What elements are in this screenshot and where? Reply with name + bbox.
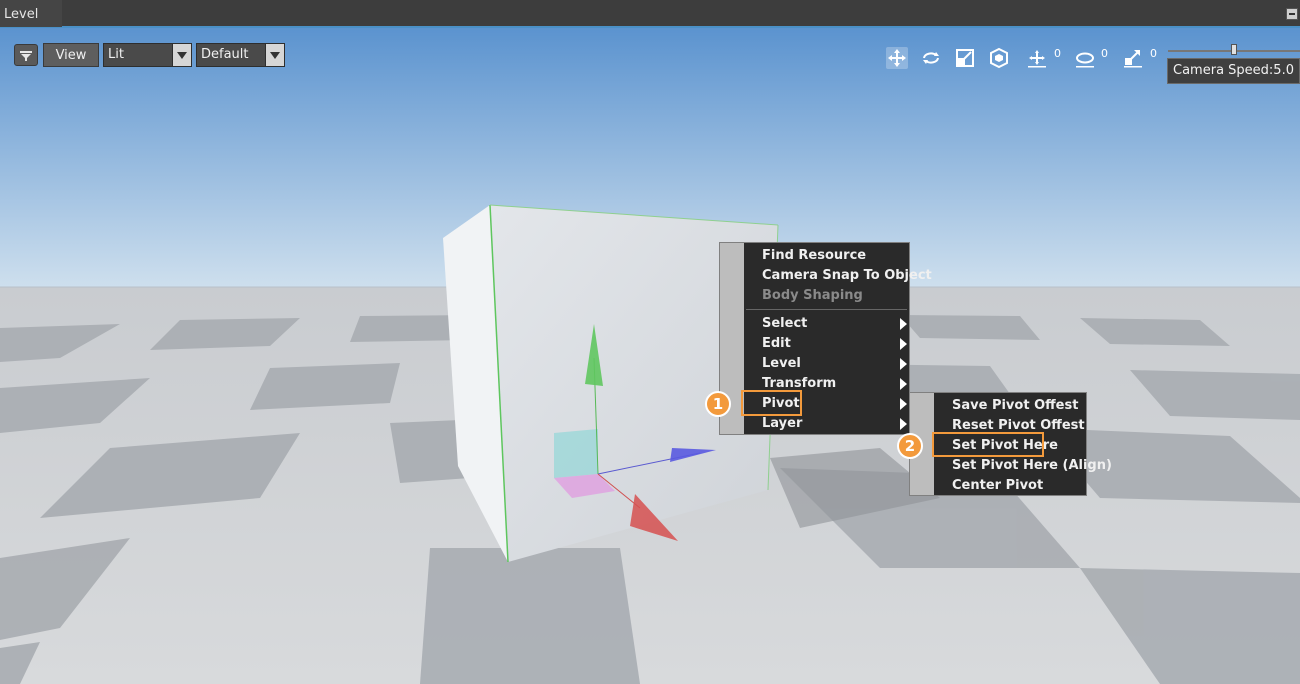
- submenu-arrow-icon: [900, 358, 907, 370]
- local-global-icon: [990, 47, 1008, 69]
- move-snap-icon: [1028, 50, 1046, 68]
- rotate-snap-value: 0: [1101, 47, 1108, 60]
- filter-icon: [20, 51, 32, 61]
- menu-item-set-pivot-here-align[interactable]: Set Pivot Here (Align): [952, 456, 1112, 476]
- set-pivot-here-highlight-box: [932, 432, 1044, 457]
- camera-speed-label: Camera Speed:5.0: [1167, 58, 1300, 84]
- level-viewport[interactable]: View Lit Default 0 0 0 Camera Speed:5.0 …: [0, 28, 1300, 684]
- shading-mode-select[interactable]: Lit: [103, 43, 192, 67]
- rotate-snap-icon: [1076, 52, 1094, 68]
- menu-item-save-pivot-offset[interactable]: Save Pivot Offest: [952, 396, 1078, 416]
- layout-mode-select[interactable]: Default: [196, 43, 285, 67]
- submenu-arrow-icon: [900, 338, 907, 350]
- scale-snap-button[interactable]: [1122, 47, 1144, 69]
- scale-snap-icon: [1124, 50, 1142, 68]
- move-tool-button[interactable]: [886, 47, 908, 69]
- submenu-arrow-icon: [900, 398, 907, 410]
- rotate-icon: [923, 52, 939, 64]
- rotate-snap-button[interactable]: [1074, 47, 1096, 69]
- level-tab[interactable]: Level: [0, 0, 62, 27]
- submenu-arrow-icon: [900, 418, 907, 430]
- submenu-arrow-icon: [900, 318, 907, 330]
- layout-mode-value: Default: [201, 47, 249, 62]
- viewport-options-button[interactable]: [14, 44, 38, 66]
- shading-mode-value: Lit: [108, 47, 124, 62]
- panel-title-bar: Level: [0, 0, 1300, 28]
- view-menu-button[interactable]: View: [43, 43, 99, 67]
- menu-item-find-resource[interactable]: Find Resource: [762, 246, 866, 266]
- menu-item-center-pivot[interactable]: Center Pivot: [952, 476, 1043, 496]
- menu-item-level[interactable]: Level: [762, 354, 801, 374]
- menu-separator: [746, 309, 907, 310]
- move-icon: [888, 49, 906, 67]
- move-snap-button[interactable]: [1026, 47, 1048, 69]
- menu-item-edit[interactable]: Edit: [762, 334, 791, 354]
- step-1-badge: 1: [705, 391, 731, 417]
- menu-item-camera-snap-to-object[interactable]: Camera Snap To Object: [762, 266, 932, 286]
- move-snap-value: 0: [1054, 47, 1061, 60]
- menu-item-select[interactable]: Select: [762, 314, 807, 334]
- menu-item-layer[interactable]: Layer: [762, 414, 802, 434]
- submenu-arrow-icon: [900, 378, 907, 390]
- viewport-scene: [0, 28, 1300, 684]
- local-global-toggle[interactable]: [988, 47, 1010, 69]
- camera-speed-slider-handle[interactable]: [1231, 44, 1237, 55]
- rotate-tool-button[interactable]: [920, 47, 942, 69]
- pivot-highlight-box: [741, 390, 802, 416]
- scale-snap-value: 0: [1150, 47, 1157, 60]
- chevron-down-icon: [172, 44, 191, 66]
- chevron-down-icon: [265, 44, 284, 66]
- scale-icon: [956, 49, 974, 67]
- step-2-badge: 2: [897, 433, 923, 459]
- scale-tool-button[interactable]: [954, 47, 976, 69]
- dock-pin-icon[interactable]: [1286, 8, 1298, 20]
- menu-item-body-shaping: Body Shaping: [762, 288, 863, 303]
